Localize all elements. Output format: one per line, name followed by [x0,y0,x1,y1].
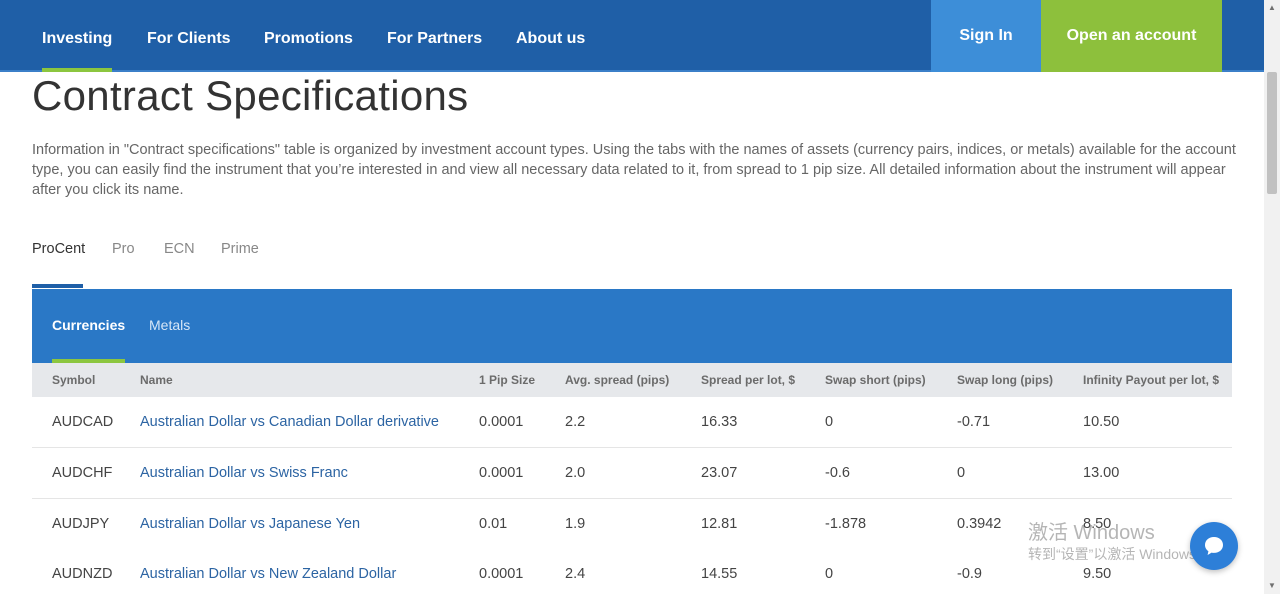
asset-tabs-bar: Currencies Metals [32,289,1232,363]
cell-pip-size: 0.01 [479,516,508,532]
header-name: Name [140,373,173,387]
cell-swap-long: 0 [957,465,966,481]
nav-investing[interactable]: Investing [42,0,113,72]
intro-text: Information in "Contract specifications"… [32,142,1236,198]
header-symbol: Symbol [52,373,96,387]
header-avg-spread: Avg. spread (pips) [565,373,670,387]
cell-pip-size: 0.0001 [479,465,524,481]
table-row: AUDCAD Australian Dollar vs Canadian Dol… [32,397,1232,448]
cell-swap-long: -0.9 [957,566,982,582]
cell-avg-spread: 2.4 [565,566,586,582]
chat-button[interactable] [1190,522,1238,570]
scroll-down-arrow-icon[interactable]: ▼ [1264,578,1280,594]
activation-watermark-title: 激活 Windows [1028,522,1155,544]
table-header: Symbol Name 1 Pip Size Avg. spread (pips… [32,363,1232,397]
cell-swap-long: 0.3942 [957,516,1002,532]
activation-watermark-subtitle: 转到“设置”以激活 Windows。 [1028,546,1211,562]
cell-infinity-payout: 13.00 [1083,465,1120,481]
chat-bubble-icon [1205,537,1223,555]
tab-metals[interactable]: Metals [149,289,190,363]
instrument-link[interactable]: Australian Dollar vs New Zealand Dollar [140,549,396,594]
scroll-thumb[interactable] [1267,72,1277,194]
table-row: AUDCHF Australian Dollar vs Swiss Franc … [32,448,1232,499]
cell-symbol: AUDCHF [52,465,113,481]
cell-swap-short: 0 [825,566,834,582]
nav-promotions[interactable]: Promotions [264,0,353,72]
header-swap-long: Swap long (pips) [957,373,1053,387]
tab-ecn[interactable]: ECN [164,241,195,257]
cell-avg-spread: 2.2 [565,414,586,430]
tab-procent[interactable]: ProCent [32,241,85,257]
cell-infinity-payout: 10.50 [1083,414,1120,430]
tab-pro[interactable]: Pro [112,241,135,257]
page-scrollbar[interactable]: ▲ ▼ [1264,0,1280,594]
instrument-link[interactable]: Australian Dollar vs Canadian Dollar der… [140,397,439,447]
nav-about-us[interactable]: About us [516,0,585,72]
header-spread-per-lot: Spread per lot, $ [701,373,796,387]
instrument-link[interactable]: Australian Dollar vs Japanese Yen [140,499,360,549]
cell-pip-size: 0.0001 [479,566,524,582]
cell-swap-short: -0.6 [825,465,850,481]
cell-spread-per-lot: 12.81 [701,516,738,532]
header-pip-size: 1 Pip Size [479,373,536,387]
cell-swap-short: 0 [825,414,834,430]
cell-symbol: AUDCAD [52,414,114,430]
nav-for-clients[interactable]: For Clients [147,0,231,72]
tab-prime[interactable]: Prime [221,241,259,257]
cell-swap-short: -1.878 [825,516,867,532]
cell-spread-per-lot: 14.55 [701,566,738,582]
sign-in-button[interactable]: Sign In [931,0,1041,72]
cell-pip-size: 0.0001 [479,414,524,430]
cell-symbol: AUDNZD [52,566,113,582]
active-tab-underline [32,284,83,288]
open-account-button[interactable]: Open an account [1041,0,1222,72]
tab-currencies[interactable]: Currencies [52,289,126,363]
top-navigation: Investing For Clients Promotions For Par… [0,0,1264,72]
cell-spread-per-lot: 16.33 [701,414,738,430]
cell-spread-per-lot: 23.07 [701,465,738,481]
scroll-up-arrow-icon[interactable]: ▲ [1264,0,1280,16]
cell-symbol: AUDJPY [52,516,110,532]
cell-avg-spread: 1.9 [565,516,586,532]
instrument-link[interactable]: Australian Dollar vs Swiss Franc [140,448,348,498]
page-title: Contract Specifications [32,72,469,119]
cell-avg-spread: 2.0 [565,465,586,481]
header-swap-short: Swap short (pips) [825,373,926,387]
nav-for-partners[interactable]: For Partners [387,0,482,72]
cell-swap-long: -0.71 [957,414,991,430]
header-infinity-payout: Infinity Payout per lot, $ [1083,373,1220,387]
